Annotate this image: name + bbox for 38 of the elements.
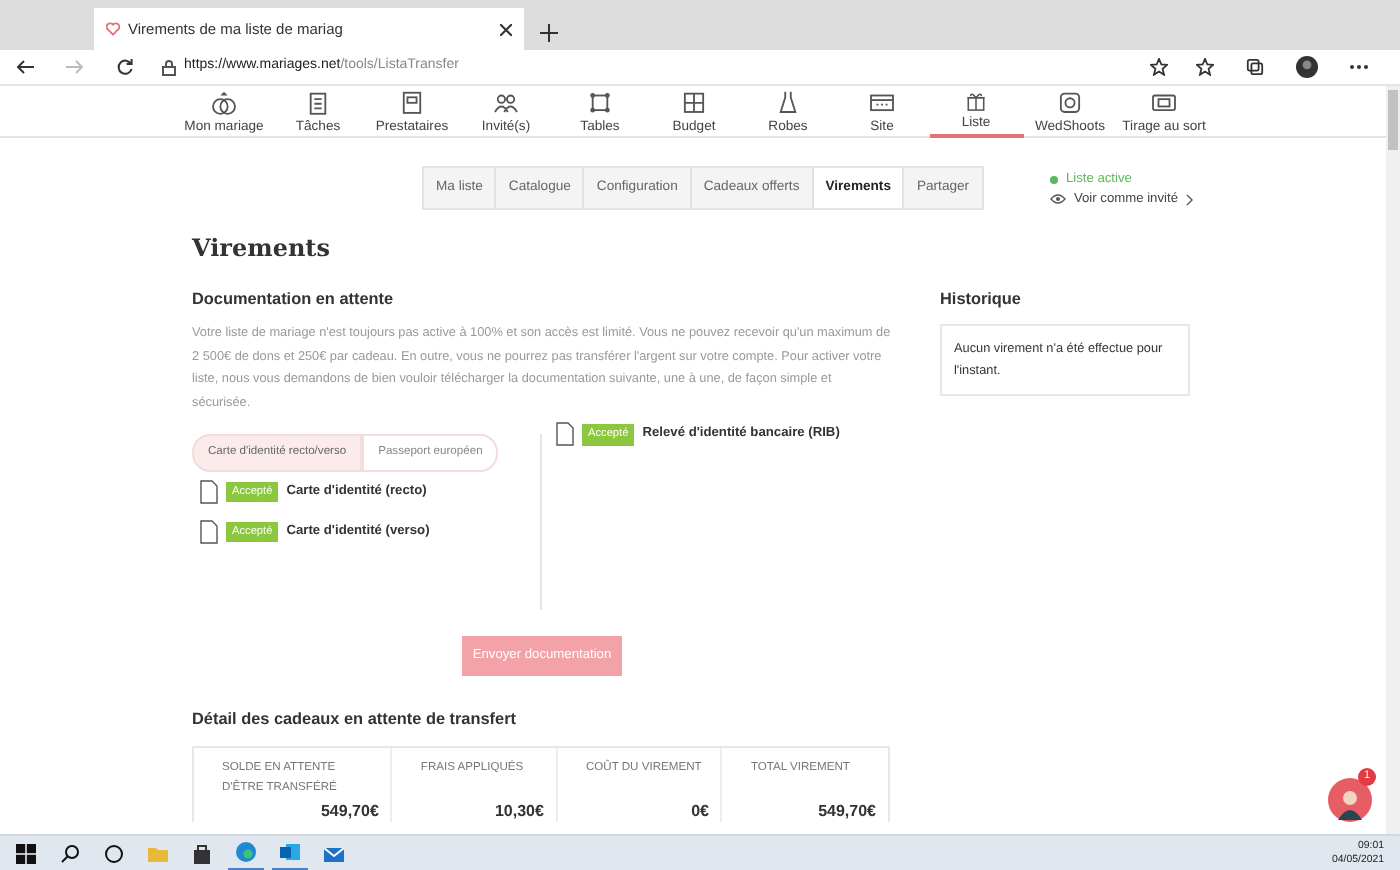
chevron-right-icon — [1186, 193, 1194, 206]
page-title: Virements — [192, 234, 332, 264]
section-heading: Détail des cadeaux en attente de transfert — [192, 710, 518, 731]
back-icon[interactable] — [16, 58, 34, 76]
lock-icon — [162, 59, 176, 75]
new-tab-icon[interactable] — [540, 24, 558, 42]
camera-icon — [1056, 90, 1084, 116]
clipboard-icon — [304, 90, 332, 116]
amount-value: 549,70€ — [318, 802, 379, 823]
amount-value: 10,30€ — [492, 802, 544, 823]
refresh-icon[interactable] — [116, 58, 134, 76]
amount-value: 549,70€ — [816, 802, 876, 823]
star-icon[interactable] — [1150, 58, 1168, 76]
avatar-icon[interactable] — [1296, 56, 1318, 78]
eye-icon — [1049, 194, 1066, 205]
document-icon — [200, 520, 218, 545]
browser-window-icon — [868, 90, 896, 116]
close-icon[interactable] — [500, 23, 512, 35]
more-icon[interactable] — [1350, 64, 1368, 70]
dress-icon — [774, 90, 802, 116]
status-dot-icon — [1049, 175, 1058, 184]
ticket-icon — [1150, 90, 1178, 116]
scrollbar-thumb[interactable] — [1388, 90, 1398, 150]
heart-icon — [106, 22, 120, 36]
document-icon — [556, 422, 574, 447]
section-heading: Documentation en attente — [192, 289, 396, 309]
people-icon — [492, 90, 520, 116]
collections-icon[interactable] — [1246, 58, 1264, 76]
rings-icon — [210, 90, 238, 116]
favorites-icon[interactable] — [1196, 58, 1214, 76]
square-icon — [586, 90, 614, 116]
notebook-icon — [398, 90, 426, 116]
calculator-icon — [680, 90, 708, 116]
amount-value: 0€ — [689, 802, 709, 823]
gift-icon — [962, 90, 990, 112]
document-icon — [200, 480, 218, 505]
chat-avatar[interactable] — [1328, 778, 1372, 822]
section-heading: Historique — [940, 289, 1023, 309]
